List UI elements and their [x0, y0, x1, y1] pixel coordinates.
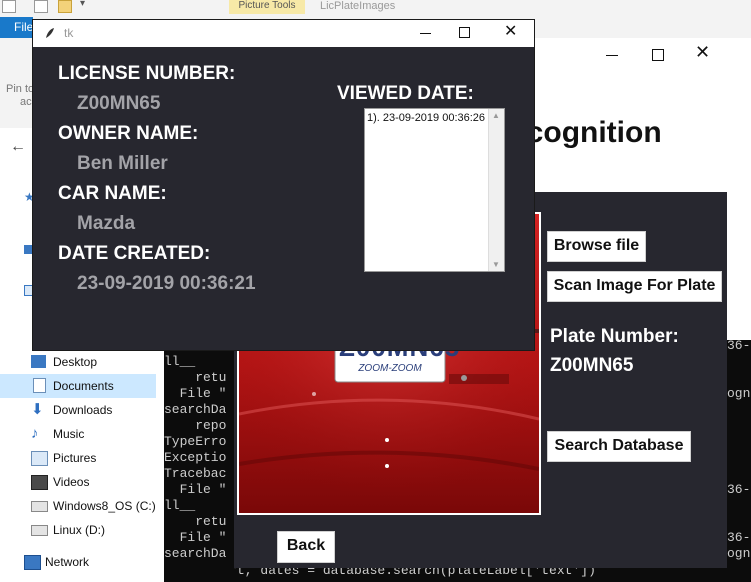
console-line: File " — [164, 386, 227, 401]
console-line: ogni — [727, 386, 751, 401]
record-popup-window: tk ✕ LICENSE NUMBER: Z00MN65 OWNER NAME:… — [33, 20, 534, 350]
scroll-up-icon[interactable]: ▲ — [492, 111, 500, 120]
console-line: 36-3 — [727, 530, 751, 545]
list-item[interactable]: 1). 23-09-2019 00:36:26 — [367, 112, 485, 125]
console-window-right: 36-3 ogni 36-3 36-3 ogni — [727, 340, 751, 560]
sidebar-item-label: Downloads — [53, 403, 113, 417]
car-name-value: Mazda — [77, 213, 136, 234]
sidebar-item-documents[interactable]: Documents — [0, 374, 156, 398]
sidebar-item-label: Pictures — [53, 451, 97, 465]
back-arrow-icon[interactable]: ← — [10, 138, 26, 156]
console-line: Exceptio — [164, 450, 227, 465]
videos-icon — [31, 475, 48, 490]
date-created-label: DATE CREATED: — [58, 243, 211, 264]
drive-icon — [31, 525, 48, 536]
search-database-button[interactable]: Search Database — [547, 431, 691, 462]
sidebar-item-downloads[interactable]: ⬇ Downloads — [0, 398, 156, 422]
file-tab[interactable]: File — [0, 17, 33, 38]
viewed-date-label: VIEWED DATE: — [337, 83, 474, 104]
console-line: 36-3 — [727, 482, 751, 497]
explorer-window-title: LicPlateImages — [320, 0, 396, 12]
music-icon: ♪ — [31, 425, 39, 442]
pin-to-quick-access-label[interactable]: Pin to — [6, 82, 34, 96]
popup-titlebar[interactable]: tk ✕ — [33, 20, 534, 47]
feather-icon — [46, 28, 54, 38]
sidebar-item-label: Network — [45, 555, 90, 569]
maximize-icon[interactable] — [459, 27, 470, 38]
minimize-icon[interactable] — [420, 33, 431, 34]
quick-access-icon[interactable] — [2, 0, 16, 13]
sidebar-item-windows-drive[interactable]: Windows8_OS (C:) — [0, 494, 156, 518]
plate-number-label: Plate Number: — [550, 326, 679, 347]
date-created-value: 23-09-2019 00:36:21 — [77, 273, 256, 294]
console-line: retu — [164, 514, 227, 529]
console-line: TypeErro — [164, 434, 227, 449]
downloads-icon: ⬇ — [31, 401, 44, 418]
plate-number-value: Z00MN65 — [550, 355, 634, 376]
sidebar-item-label: Documents — [53, 379, 114, 393]
pin-to-quick-access-label-2[interactable]: ac — [20, 95, 32, 109]
sidebar-item-linux-drive[interactable]: Linux (D:) — [0, 518, 156, 542]
license-number-label: LICENSE NUMBER: — [58, 63, 236, 84]
sidebar-item-desktop[interactable]: Desktop — [0, 350, 156, 374]
scan-image-button[interactable]: Scan Image For Plate — [547, 271, 722, 302]
sidebar-item-label: Windows8_OS (C:) — [53, 499, 156, 513]
license-number-value: Z00MN65 — [77, 93, 161, 114]
sidebar-item-music[interactable]: ♪ Music — [0, 422, 156, 446]
documents-icon — [33, 378, 46, 393]
maximize-icon[interactable] — [652, 49, 664, 61]
popup-title: tk — [64, 26, 74, 40]
sidebar-item-videos[interactable]: Videos — [0, 470, 156, 494]
desktop-icon — [31, 355, 46, 368]
sidebar-item-pictures[interactable]: Pictures — [0, 446, 156, 470]
console-line: searchDa — [164, 402, 227, 417]
properties-icon[interactable] — [34, 0, 48, 13]
console-line: retu — [164, 370, 227, 385]
owner-name-label: OWNER NAME: — [58, 123, 199, 144]
close-icon[interactable]: ✕ — [695, 43, 710, 61]
browse-file-button[interactable]: Browse file — [547, 231, 646, 262]
console-line: Tracebac — [164, 466, 227, 481]
viewed-date-listbox[interactable]: 1). 23-09-2019 00:36:26 ▲ ▼ — [364, 108, 505, 272]
pictures-icon — [31, 451, 48, 466]
sidebar-item-label: Videos — [53, 475, 90, 489]
drive-icon — [31, 501, 48, 512]
listbox-scrollbar[interactable]: ▲ ▼ — [488, 109, 504, 271]
new-folder-icon[interactable] — [58, 0, 72, 13]
console-line: ll__ — [164, 354, 196, 369]
console-line: repo — [164, 418, 227, 433]
sidebar-item-label: Desktop — [53, 355, 98, 369]
minimize-icon[interactable] — [606, 45, 620, 59]
car-plate-tagline: ZOOM-ZOOM — [358, 363, 422, 374]
close-icon[interactable]: ✕ — [504, 23, 517, 41]
scroll-down-icon[interactable]: ▼ — [492, 260, 500, 269]
console-window: File " ll__ retu File " searchDa repo Ty… — [164, 340, 234, 582]
picture-tools-tab[interactable]: Picture Tools — [229, 0, 305, 14]
back-button[interactable]: Back — [277, 531, 335, 563]
sidebar-item-network[interactable]: Network — [0, 550, 156, 574]
console-line: searchDa — [164, 546, 227, 561]
car-name-label: CAR NAME: — [58, 183, 167, 204]
console-line: 36-3 — [727, 340, 751, 353]
console-line: ogni — [727, 546, 751, 560]
console-line: File " — [164, 482, 227, 497]
sidebar-item-label: Linux (D:) — [53, 523, 106, 537]
console-line: ll__ — [164, 498, 196, 513]
owner-name-value: Ben Miller — [77, 153, 168, 174]
console-line: File " — [164, 530, 227, 545]
sidebar-item-label: Music — [53, 427, 85, 441]
customize-toolbar-icon[interactable]: ▾ — [80, 0, 85, 9]
network-icon — [24, 555, 41, 570]
